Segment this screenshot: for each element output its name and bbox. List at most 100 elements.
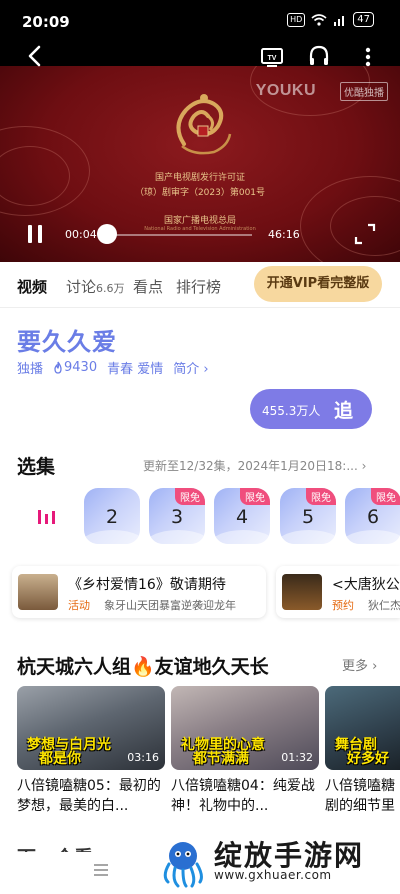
follow-count: 455.3万人 (262, 404, 321, 418)
menu-icon[interactable] (93, 862, 109, 878)
free-tag: 限免 (306, 488, 336, 505)
intro-label: 简介 (173, 362, 200, 377)
episodes-update-text: 更新至12/32集，2024年1月20日18:... (143, 459, 358, 473)
thumbnail-caption: 都节满满 (193, 751, 249, 767)
episode-wave-decoration (149, 530, 205, 544)
tab-highlights[interactable]: 看点 (133, 276, 163, 297)
tv-cast-icon[interactable]: TV (260, 46, 284, 68)
episode-number: 5 (301, 506, 315, 528)
license-line-2: （琼）剧审字（2023）第001号 (134, 188, 266, 198)
promo-card[interactable]: 《乡村爱情16》敬请期待 活动 象牙山天团暴富逆袭迎龙年 (12, 566, 266, 618)
episodes-update[interactable]: 更新至12/32集，2024年1月20日18:... › (143, 457, 366, 474)
video-card[interactable]: 礼物里的心意 都节满满 01:32 八倍镜嗑糖04：纯爱战神！礼物中的... (171, 686, 319, 816)
back-icon[interactable] (24, 44, 46, 68)
episode-4[interactable]: 4 限免 (214, 488, 270, 544)
follow-label: 追 (334, 400, 354, 422)
video-description: 八倍镜嗑糖05：最初的梦想，最美的白... (17, 778, 161, 814)
episode-2[interactable]: 2 (84, 488, 140, 544)
video-description: 八倍镜嗑糖剧的细节里 (325, 778, 395, 814)
free-tag: 限免 (240, 488, 270, 505)
discussion-count: 6.6万 (96, 282, 125, 295)
more-label: 更多 (342, 659, 369, 674)
video-duration: 03:16 (127, 751, 159, 764)
video-thumbnail[interactable]: 梦想与白月光 都是你 03:16 (17, 686, 165, 770)
watermark-url: www.gxhuaer.com (214, 868, 332, 882)
episode-6[interactable]: 6 限免 (345, 488, 400, 544)
promo-thumbnail (18, 574, 58, 610)
video-thumbnail[interactable]: 舞台剧 好多好 (325, 686, 400, 770)
license-line-1: 国产电视剧发行许可证 (154, 173, 245, 183)
video-thumbnail[interactable]: 礼物里的心意 都节满满 01:32 (171, 686, 319, 770)
total-time: 46:16 (268, 228, 300, 241)
video-description: 八倍镜嗑糖04：纯爱战神！礼物中的... (171, 778, 315, 814)
genre-tags[interactable]: 青春 爱情 (107, 358, 163, 377)
episode-number: 2 (105, 506, 119, 528)
episode-number: 3 (170, 506, 184, 528)
follow-button[interactable]: 455.3万人 追 (250, 389, 372, 429)
promo-title: <大唐狄公 (332, 577, 400, 593)
video-frame[interactable]: 国产电视剧发行许可证 （琼）剧审字（2023）第001号 国家广播电视总局 Na… (0, 46, 400, 262)
license-authority-en: National Radio and Television Administra… (144, 226, 256, 232)
status-time: 20:09 (22, 13, 70, 31)
chevron-right-icon: › (361, 459, 367, 473)
video-duration: 01:32 (281, 751, 313, 764)
heat-number: 9430 (64, 360, 98, 375)
tab-ranking-label: 排行榜 (176, 278, 222, 296)
flame-icon (54, 361, 62, 374)
license-authority: 国家广播电视总局 (163, 216, 236, 226)
episode-wave-decoration (214, 530, 270, 544)
more-icon[interactable] (360, 46, 376, 68)
intro-link[interactable]: 简介 › (173, 358, 208, 377)
free-tag: 限免 (371, 488, 400, 505)
progress-track[interactable] (100, 234, 252, 236)
tab-highlights-label: 看点 (133, 278, 164, 296)
episode-wave-decoration (84, 530, 140, 544)
promo-label: 预约 (332, 599, 354, 612)
episode-5[interactable]: 5 限免 (280, 488, 336, 544)
tab-video[interactable]: 视频 (17, 276, 47, 297)
chevron-right-icon: › (203, 362, 209, 377)
promo-label: 活动 (68, 599, 90, 612)
promo-title: 《乡村爱情16》敬请期待 (68, 577, 226, 593)
video-player[interactable]: 国产电视剧发行许可证 （琼）剧审字（2023）第001号 国家广播电视总局 Na… (0, 44, 400, 262)
more-link[interactable]: 更多 › (342, 655, 377, 674)
promo-thumbnail (282, 574, 322, 610)
signal-icon (334, 15, 345, 26)
hd-icon: HD (287, 12, 306, 27)
current-time: 00:04 (65, 228, 97, 241)
video-card[interactable]: 梦想与白月光 都是你 03:16 八倍镜嗑糖05：最初的梦想，最美的白... (17, 686, 165, 816)
headphones-icon[interactable] (308, 44, 330, 68)
wifi-icon (311, 13, 327, 26)
video-card[interactable]: 舞台剧 好多好 八倍镜嗑糖剧的细节里 (325, 686, 400, 816)
fullscreen-icon[interactable] (354, 223, 376, 245)
promo-card[interactable]: <大唐狄公 预约 狄仁杰 (276, 566, 400, 618)
free-tag: 限免 (175, 488, 205, 505)
drama-logo-emblem (176, 94, 232, 155)
vip-button[interactable]: 开通VIP看完整版 (254, 266, 382, 302)
promo-subtitle: 象牙山天团暴富逆袭迎龙年 (104, 599, 236, 612)
episode-wave-decoration (280, 530, 336, 544)
episode-3[interactable]: 3 限免 (149, 488, 205, 544)
svg-text:TV: TV (268, 55, 277, 62)
show-meta: 独播 9430 青春 爱情 简介 › (17, 358, 209, 377)
tab-discussion-label: 讨论 (66, 278, 97, 296)
progress-thumb[interactable] (97, 224, 117, 244)
episode-wave-decoration (345, 530, 400, 544)
episodes-title: 选集 (17, 456, 56, 478)
chevron-right-icon: › (372, 659, 378, 674)
row-title: 杭天城六人组🔥友谊地久天长 (17, 656, 269, 678)
thumbnail-caption: 都是你 (39, 751, 81, 767)
status-bar: 20:09 HD 47 (0, 0, 400, 44)
pause-icon[interactable] (24, 222, 46, 246)
battery-icon: 47 (353, 12, 374, 27)
player-top-bar (0, 44, 400, 66)
show-title: 要久久爱 (17, 328, 117, 356)
watermark-logo-icon (163, 842, 203, 888)
episode-number: 6 (366, 506, 380, 528)
episode-number: 4 (235, 506, 249, 528)
exclusive-badge: 优酷独播 (340, 82, 388, 101)
now-playing-icon (38, 510, 55, 524)
tab-discussion[interactable]: 讨论6.6万 (66, 276, 125, 297)
tab-video-label: 视频 (17, 278, 48, 296)
tab-ranking[interactable]: 排行榜 (176, 276, 221, 297)
